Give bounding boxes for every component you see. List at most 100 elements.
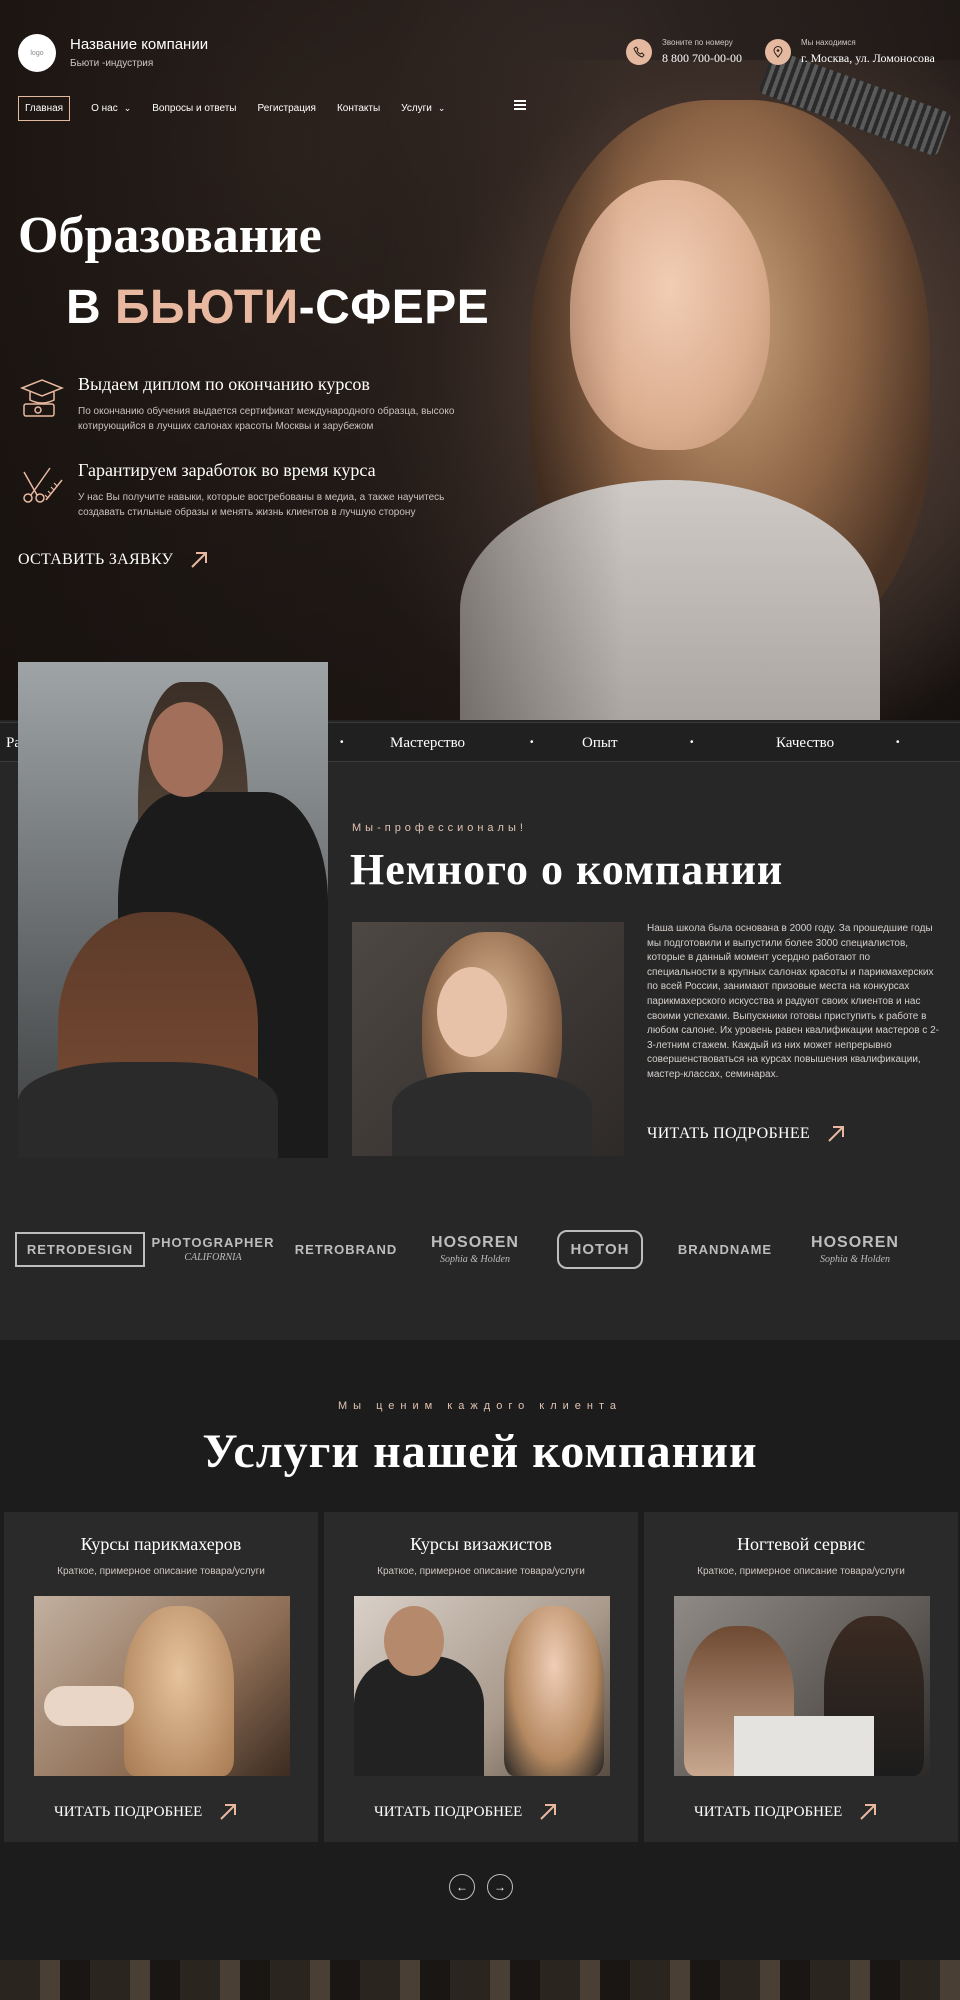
marquee-dot: • (690, 737, 694, 748)
about-section: Мы-профессионалы! Немного о компании Наш… (0, 662, 960, 1340)
apply-button-label: ОСТАВИТЬ ЗАЯВКУ (18, 551, 174, 568)
brand-logo: HOTOH (550, 1214, 650, 1284)
brand-name: HOSOREN (811, 1233, 899, 1251)
arrow-up-right-icon (191, 552, 208, 568)
brand-logo: HOSOREN Sophia & Holden (800, 1214, 910, 1284)
nav-item-home[interactable]: Главная (18, 96, 71, 121)
nav-item-faq[interactable]: Вопросы и ответы (152, 103, 236, 114)
services-section: Мы ценим каждого клиента Услуги нашей ко… (0, 1340, 960, 1960)
hero-title-line1: Образование (18, 207, 322, 264)
services-pretitle: Мы ценим каждого клиента (338, 1400, 622, 1412)
brand-name: HOSOREN (431, 1233, 519, 1251)
service-read-more-button[interactable]: ЧИТАТЬ ПОДРОБНЕЕ (694, 1802, 878, 1822)
footer-image-strip (0, 1960, 960, 2000)
arrow-up-right-icon (220, 1804, 237, 1820)
arrow-up-right-icon (828, 1126, 845, 1142)
brand-name: RETROBRAND (294, 1241, 398, 1257)
service-title: Курсы парикмахеров (80, 1534, 242, 1554)
hero-section: logo Название компании Бьюти -индустрия … (0, 0, 960, 720)
apply-button[interactable]: ОСТАВИТЬ ЗАЯВКУ (18, 550, 209, 570)
read-more-label: ЧИТАТЬ ПОДРОБНЕЕ (694, 1803, 843, 1820)
service-card-makeup[interactable]: Курсы визажистов Краткое, примерное опис… (324, 1512, 638, 1842)
service-title: Курсы визажистов (410, 1534, 552, 1554)
company-name[interactable]: Название компании (70, 36, 208, 53)
hero-title-accent: БЬЮТИ (115, 281, 299, 334)
nav-item-label: Вопросы и ответы (152, 103, 237, 114)
graduation-icon (18, 374, 66, 422)
feature-title: Гарантируем заработок во время курса (78, 460, 376, 480)
feature-title: Выдаем диплом по окончанию курсов (78, 374, 370, 394)
nav-item-label: Регистрация (257, 103, 316, 114)
brand-logos: RETRODESIGN PHOTOGRAPHER CALIFORNIA RETRO… (14, 1214, 930, 1284)
service-desc: Краткое, примерное описание товара/услуг… (57, 1566, 265, 1577)
nav-item-label: Главная (25, 103, 64, 114)
phone-number[interactable]: 8 800 700-00-00 (662, 51, 742, 66)
about-pretitle: Мы-профессионалы! (352, 822, 527, 834)
marquee-item: Опыт (582, 735, 618, 751)
nav-item-services[interactable]: Услуги ⌄ (401, 103, 445, 114)
marquee-item: Качество (776, 735, 835, 751)
read-more-label: ЧИТАТЬ ПОДРОБНЕЕ (647, 1125, 811, 1142)
service-read-more-button[interactable]: ЧИТАТЬ ПОДРОБНЕЕ (54, 1802, 238, 1822)
logo-text: logo (30, 49, 44, 57)
phone-contact[interactable]: Звоните по номеру 8 800 700-00-00 (626, 38, 742, 66)
phone-icon (626, 39, 652, 65)
menu-icon[interactable] (514, 100, 526, 110)
service-image (674, 1596, 930, 1776)
service-title: Ногтевой сервис (736, 1534, 866, 1554)
hairdresser-photo (18, 662, 328, 1158)
company-subtitle: Бьюти -индустрия (70, 58, 154, 69)
read-more-label: ЧИТАТЬ ПОДРОБНЕЕ (54, 1803, 203, 1820)
main-nav: Главная О нас ⌄ Вопросы и ответы Регистра… (18, 96, 466, 121)
hero-title-suffix: -СФЕРЕ (298, 281, 490, 334)
arrow-up-right-icon (860, 1804, 877, 1820)
service-card-hairdresser[interactable]: Курсы парикмахеров Краткое, примерное оп… (4, 1512, 318, 1842)
nav-item-about[interactable]: О нас ⌄ (91, 103, 131, 114)
carousel-next-button[interactable]: → (487, 1874, 513, 1900)
chevron-down-icon: ⌄ (123, 103, 132, 113)
chevron-down-icon: ⌄ (437, 103, 446, 113)
feature-desc: По окончанию обучения выдается сертифика… (78, 406, 455, 432)
marquee-dot: • (896, 737, 900, 748)
nav-item-contacts[interactable]: Контакты (337, 103, 380, 114)
location-contact[interactable]: Мы находимся г. Москва, ул. Ломоносова (765, 38, 935, 66)
service-image (34, 1596, 290, 1776)
service-read-more-button[interactable]: ЧИТАТЬ ПОДРОБНЕЕ (374, 1802, 558, 1822)
arrow-up-right-icon (540, 1804, 557, 1820)
about-text: Наша школа была основана в 2000 году. За… (647, 923, 939, 1080)
brand-logo: RETROBRAND (294, 1214, 398, 1284)
carousel-prev-button[interactable]: ← (449, 1874, 475, 1900)
service-desc: Краткое, примерное описание товара/услуг… (697, 1566, 905, 1577)
services-title: Услуги нашей компании (202, 1425, 758, 1478)
nav-item-label: О нас (91, 103, 118, 114)
company-logo[interactable]: logo (18, 34, 56, 72)
brand-sub: CALIFORNIA (184, 1252, 242, 1263)
location-address: г. Москва, ул. Ломоносова (801, 51, 935, 65)
brand-name: HOTOH (556, 1229, 644, 1269)
about-read-more-button[interactable]: ЧИТАТЬ ПОДРОБНЕЕ (647, 1124, 846, 1144)
service-card-nails[interactable]: Ногтевой сервис Краткое, примерное описа… (644, 1512, 958, 1842)
brand-sub: Sophia & Holden (440, 1253, 510, 1265)
client-photo (352, 922, 624, 1156)
service-image (354, 1596, 610, 1776)
arrow-right-icon: → (494, 1880, 506, 1894)
location-label: Мы находимся (801, 38, 856, 47)
hero-title-prefix: В (66, 281, 115, 334)
about-title: Немного о компании (350, 845, 784, 894)
marquee-item: Мастерство (390, 735, 466, 751)
marquee-dot: • (340, 737, 344, 748)
nav-item-label: Услуги (401, 103, 432, 114)
read-more-label: ЧИТАТЬ ПОДРОБНЕЕ (374, 1803, 523, 1820)
nav-item-registration[interactable]: Регистрация (257, 103, 315, 114)
arrow-left-icon: ← (456, 1880, 468, 1894)
service-desc: Краткое, примерное описание товара/услуг… (377, 1566, 585, 1577)
phone-label: Звоните по номеру (662, 38, 733, 47)
brand-logo: HOSOREN Sophia & Holden (420, 1214, 530, 1284)
nav-item-label: Контакты (336, 103, 381, 114)
brand-logo: RETRODESIGN (14, 1214, 146, 1284)
feature-desc: У нас Вы получите навыки, которые востре… (78, 492, 445, 518)
brand-name: PHOTOGRAPHER (151, 1235, 275, 1250)
brand-name: RETRODESIGN (14, 1231, 146, 1267)
scissors-comb-icon (18, 460, 66, 508)
brand-name: BRANDNAME (677, 1241, 773, 1257)
